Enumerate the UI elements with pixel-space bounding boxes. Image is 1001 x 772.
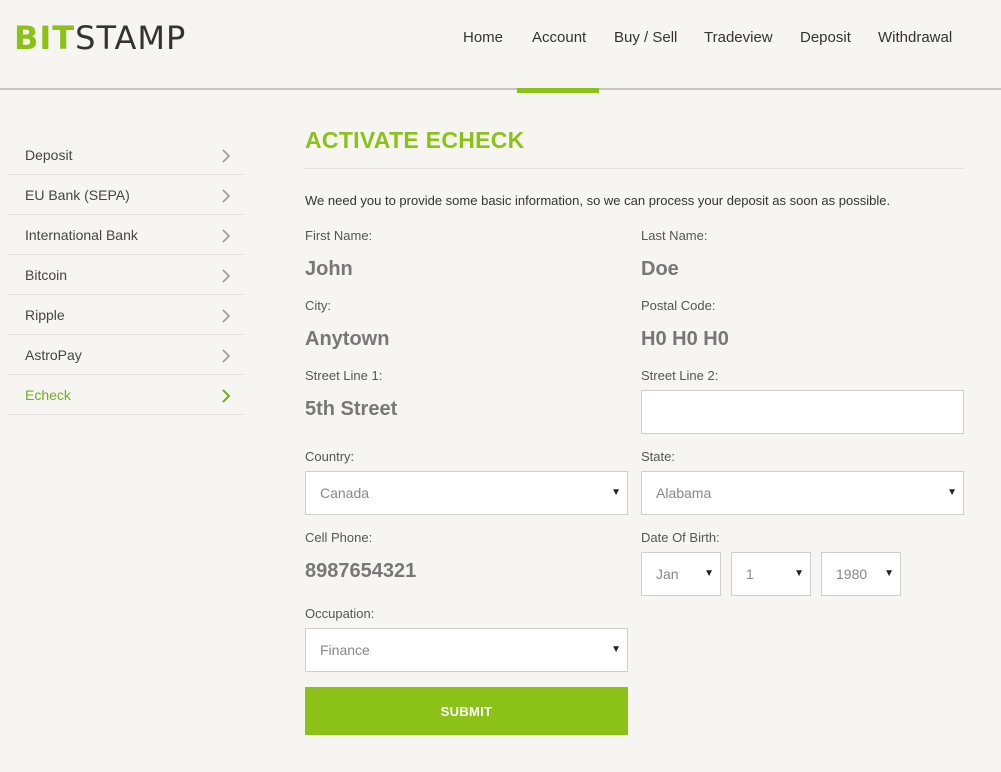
- chevron-right-icon: [222, 189, 231, 203]
- state-selected-value: Alabama: [656, 485, 712, 501]
- dob-year-select[interactable]: 1980 ▼: [821, 552, 901, 596]
- street-line-1-value: 5th Street: [305, 398, 398, 420]
- country-select[interactable]: Canada ▼: [305, 471, 628, 515]
- caret-down-icon: ▼: [611, 487, 621, 498]
- nav-deposit[interactable]: Deposit: [800, 29, 851, 47]
- country-label: Country:: [305, 449, 355, 464]
- dob-year-value: 1980: [836, 566, 868, 582]
- last-name-label: Last Name:: [641, 228, 708, 243]
- sidebar-item-label: EU Bank (SEPA): [25, 187, 130, 203]
- bitstamp-logo[interactable]: BITSTAMP: [14, 18, 186, 58]
- intro-text: We need you to provide some basic inform…: [305, 193, 891, 208]
- street-line-2-label: Street Line 2:: [641, 368, 719, 383]
- state-select[interactable]: Alabama ▼: [641, 471, 964, 515]
- caret-down-icon: ▼: [884, 568, 894, 579]
- dob-day-value: 1: [746, 566, 754, 582]
- sidebar-item-echeck[interactable]: Echeck: [7, 375, 244, 415]
- sidebar-item-label: Deposit: [25, 147, 73, 163]
- nav-withdrawal[interactable]: Withdrawal: [878, 29, 952, 47]
- occupation-selected-value: Finance: [320, 642, 370, 658]
- dob-month-select[interactable]: Jan ▼: [641, 552, 721, 596]
- sidebar-item-label: Ripple: [25, 307, 65, 323]
- sidebar-item-astropay[interactable]: AstroPay: [7, 335, 244, 375]
- cell-phone-label: Cell Phone:: [305, 530, 373, 545]
- sidebar-item-international-bank[interactable]: International Bank: [7, 215, 244, 255]
- street-line-2-input[interactable]: [641, 390, 964, 434]
- dob-month-value: Jan: [656, 566, 679, 582]
- sidebar-item-ripple[interactable]: Ripple: [7, 295, 244, 335]
- postal-code-value: H0 H0 H0: [641, 328, 729, 350]
- nav-account[interactable]: Account: [532, 29, 586, 47]
- last-name-value: Doe: [641, 258, 679, 280]
- chevron-right-icon: [222, 389, 231, 403]
- nav-tradeview[interactable]: Tradeview: [704, 29, 773, 47]
- state-label: State:: [641, 449, 675, 464]
- title-divider: [305, 168, 965, 169]
- sidebar-item-label: Echeck: [25, 387, 71, 403]
- sidebar-item-label: International Bank: [25, 227, 138, 243]
- country-selected-value: Canada: [320, 485, 370, 501]
- site-header: BITSTAMP Home Account Buy / Sell Tradevi…: [0, 0, 1001, 90]
- chevron-right-icon: [222, 149, 231, 163]
- date-of-birth-label: Date Of Birth:: [641, 530, 720, 545]
- deposit-sidebar: Deposit EU Bank (SEPA) International Ban…: [7, 135, 244, 415]
- caret-down-icon: ▼: [794, 568, 804, 579]
- dob-day-select[interactable]: 1 ▼: [731, 552, 811, 596]
- first-name-value: John: [305, 258, 353, 280]
- chevron-right-icon: [222, 349, 231, 363]
- occupation-label: Occupation:: [305, 606, 375, 621]
- chevron-right-icon: [222, 309, 231, 323]
- city-label: City:: [305, 298, 331, 313]
- nav-buy-sell[interactable]: Buy / Sell: [614, 29, 677, 47]
- sidebar-item-eu-bank[interactable]: EU Bank (SEPA): [7, 175, 244, 215]
- nav-home[interactable]: Home: [463, 29, 503, 47]
- sidebar-item-label: Bitcoin: [25, 267, 68, 283]
- logo-text-bit: BIT: [14, 19, 76, 57]
- sidebar-item-bitcoin[interactable]: Bitcoin: [7, 255, 244, 295]
- first-name-label: First Name:: [305, 228, 373, 243]
- logo-text-stamp: STAMP: [75, 19, 187, 57]
- city-value: Anytown: [305, 328, 390, 350]
- caret-down-icon: ▼: [704, 568, 714, 579]
- postal-code-label: Postal Code:: [641, 298, 716, 313]
- nav-active-indicator: [517, 88, 599, 93]
- cell-phone-value: 8987654321: [305, 560, 417, 582]
- sidebar-item-deposit[interactable]: Deposit: [7, 135, 244, 175]
- caret-down-icon: ▼: [611, 644, 621, 655]
- sidebar-item-label: AstroPay: [25, 347, 82, 363]
- caret-down-icon: ▼: [947, 487, 957, 498]
- page-title: ACTIVATE ECHECK: [305, 127, 525, 153]
- occupation-select[interactable]: Finance ▼: [305, 628, 628, 672]
- chevron-right-icon: [222, 269, 231, 283]
- street-line-1-label: Street Line 1:: [305, 368, 383, 383]
- submit-button[interactable]: SUBMIT: [305, 687, 628, 735]
- chevron-right-icon: [222, 229, 231, 243]
